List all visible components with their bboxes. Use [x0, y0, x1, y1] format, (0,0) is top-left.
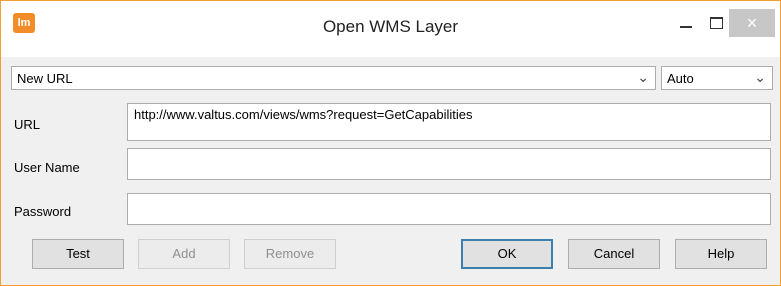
help-button[interactable]: Help	[675, 239, 767, 269]
remove-button: Remove	[244, 239, 336, 269]
password-label: Password	[14, 204, 72, 219]
chevron-down-icon: ⌄	[754, 69, 766, 85]
maximize-button[interactable]	[701, 9, 731, 37]
add-button: Add	[138, 239, 230, 269]
close-icon: ×	[746, 12, 758, 33]
minimize-icon	[680, 26, 692, 28]
test-button[interactable]: Test	[32, 239, 124, 269]
version-select[interactable]: Auto ⌄	[661, 66, 773, 90]
version-value: Auto	[667, 71, 694, 86]
cancel-button[interactable]: Cancel	[568, 239, 660, 269]
minimize-button[interactable]	[671, 9, 701, 37]
dialog-body: New URL ⌄ Auto ⌄ URL http://www.valtus.c…	[1, 57, 780, 285]
window-title: Open WMS Layer	[322, 17, 459, 36]
url-history-select[interactable]: New URL ⌄	[11, 66, 656, 90]
ok-button[interactable]: OK	[461, 239, 553, 269]
url-field[interactable]: http://www.valtus.com/views/wms?request=…	[127, 103, 771, 141]
username-label: User Name	[14, 160, 80, 175]
url-history-value: New URL	[17, 71, 73, 86]
url-label: URL	[14, 117, 41, 132]
maximize-icon	[709, 17, 723, 29]
password-field[interactable]	[127, 193, 771, 225]
dialog-window: lm Open WMS Layer × New URL ⌄ Auto ⌄ URL…	[0, 0, 781, 286]
title-bar[interactable]: lm Open WMS Layer ×	[1, 1, 780, 57]
username-field[interactable]	[127, 148, 771, 180]
close-button[interactable]: ×	[729, 9, 775, 37]
chevron-down-icon: ⌄	[637, 69, 649, 85]
